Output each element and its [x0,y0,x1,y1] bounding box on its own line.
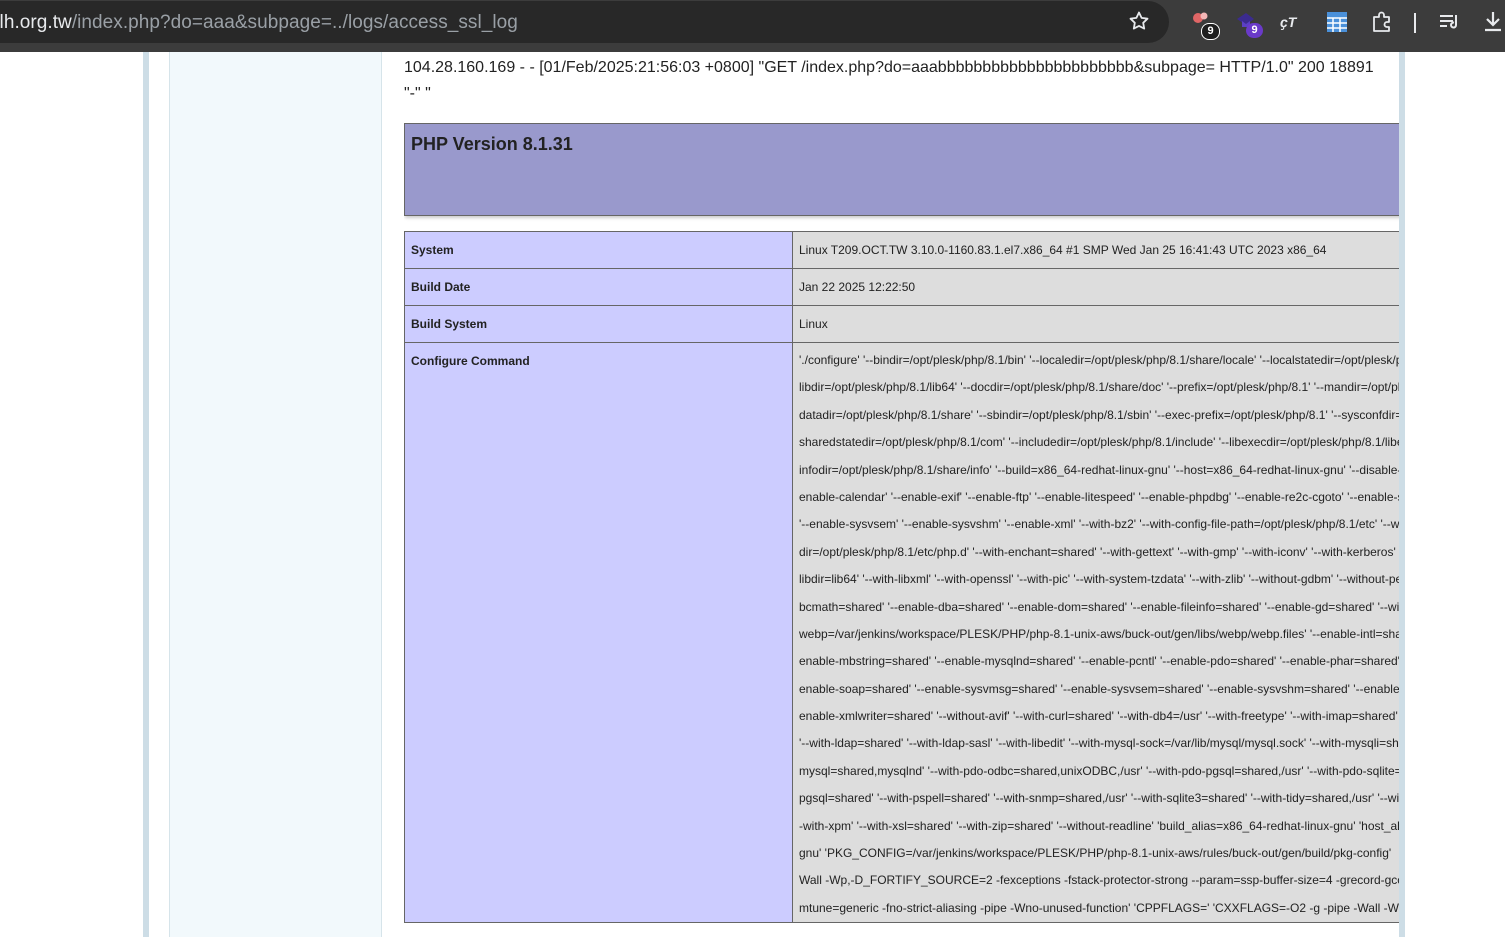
access-log-entry: 104.28.160.169 - - [01/Feb/2025:21:56:03… [404,55,1398,107]
configure-command-line: enable-calendar' '--enable-exif' '--enab… [799,489,1399,504]
configure-command-line: infodir=/opt/plesk/php/8.1/share/info' '… [799,462,1399,477]
configure-command-line: gnu' 'PKG_CONFIG=/var/jenkins/workspace/… [799,846,1392,861]
row-value: Linux [792,305,1399,343]
page-viewport: 104.28.160.169 - - [01/Feb/2025:21:56:03… [0,52,1505,937]
php-version-header: PHP Version 8.1.31 [404,123,1399,216]
configure-command-line: Wall -Wp,-D_FORTIFY_SOURCE=2 -fexception… [799,873,1399,888]
url-text[interactable]: slh.org.tw/index.php?do=aaa&subpage=../l… [0,12,518,34]
row-label: Build Date [404,268,793,306]
configure-command-line: mtune=generic -fno-strict-aliasing -pipe… [799,900,1399,915]
configure-command-line: enable-soap=shared' '--enable-sysvmsg=sh… [799,681,1399,696]
url-path: /index.php?do=aaa&subpage=../logs/access… [71,12,518,33]
download-icon[interactable] [1481,9,1505,35]
phpinfo-table: System Linux T209.OCT.TW 3.10.0-1160.83.… [404,231,1399,924]
configure-command-line: dir=/opt/plesk/php/8.1/etc/php.d' '--wit… [799,544,1399,559]
extension-badge: 9 [1246,23,1263,38]
row-value: Linux T209.OCT.TW 3.10.0-1160.83.1.el7.x… [792,231,1399,269]
table-row: Configure Command './configure' '--bindi… [404,341,1399,924]
configure-command-line: libdir=/opt/plesk/php/8.1/lib64' '--docd… [799,380,1399,395]
row-label-cell: Configure Command [404,341,793,924]
download-glyph [1485,12,1501,32]
url-host: slh.org.tw [0,12,72,33]
layout-frame-left [143,52,149,937]
toolbar-divider [1414,13,1416,33]
configure-command-value: './configure' '--bindir=/opt/plesk/php/8… [792,341,1399,924]
log-line-text-continued: "-" " [404,85,431,102]
reading-list-icon[interactable] [1437,9,1463,35]
extension-table-icon[interactable] [1324,9,1350,35]
configure-command-line: sharedstatedir=/opt/plesk/php/8.1/com' '… [799,435,1399,450]
row-label: System [404,231,793,269]
phpinfo-container: PHP Version 8.1.31 System Linux T209.OCT… [404,123,1399,937]
configure-command-line: -with-xpm' '--with-xsl=shared' '--with-z… [799,818,1399,833]
configure-command-line: enable-xmlwriter=shared' '--without-avif… [799,709,1398,724]
extension-gt-icon[interactable]: ҫT [1280,9,1306,35]
puzzle-glyph [1373,11,1390,32]
extension-red-icon[interactable]: 9 [1189,9,1220,40]
configure-command-line: webp=/var/jenkins/workspace/PLESK/PHP/ph… [799,626,1399,641]
configure-command-line: '--with-ldap=shared' '--with-ldap-sasl' … [799,736,1399,751]
table-row: Build Date Jan 22 2025 12:22:50 [404,268,1399,306]
configure-command-line: '--enable-sysvsem' '--enable-sysvshm' '-… [799,517,1399,532]
extension-badge: 9 [1201,23,1220,40]
row-label: Configure Command [411,354,530,368]
reading-list-glyph [1440,15,1458,29]
address-bar[interactable]: ≔ slh.org.tw/index.php?do=aaa&subpage=..… [0,1,1169,43]
row-label: Build System [404,305,793,343]
sidebar-column [169,52,382,937]
configure-command-line: bcmath=shared' '--enable-dba=shared' '--… [799,599,1399,614]
extension-purple-icon[interactable]: 9 [1234,9,1263,38]
extension-gt-glyph: ҫT [1280,14,1297,30]
configure-command-line: pgsql=shared' '--with-pspell=shared' '--… [799,791,1399,806]
php-version-title: PHP Version 8.1.31 [411,134,573,154]
table-row: Build System Linux [404,305,1399,343]
log-line-text: 104.28.160.169 - - [01/Feb/2025:21:56:03… [404,59,1374,76]
configure-command-line: libdir=lib64' '--with-libxml' '--with-op… [799,572,1399,587]
configure-command-line: enable-mbstring=shared' '--enable-mysqln… [799,654,1399,669]
configure-command-line: datadir=/opt/plesk/php/8.1/share' '--sbi… [799,407,1399,422]
table-row: System Linux T209.OCT.TW 3.10.0-1160.83.… [404,231,1399,269]
browser-toolbar: ≔ slh.org.tw/index.php?do=aaa&subpage=..… [0,0,1505,52]
configure-command-line: './configure' '--bindir=/opt/plesk/php/8… [799,353,1399,367]
configure-command-line: mysql=shared,mysqlnd' '--with-pdo-odbc=s… [799,763,1399,778]
row-value: Jan 22 2025 12:22:50 [792,268,1399,306]
extensions-puzzle-icon[interactable] [1369,9,1395,35]
layout-frame-right [1399,52,1405,937]
extension-table-glyph [1327,12,1347,32]
bookmark-star-icon[interactable] [1127,9,1151,33]
